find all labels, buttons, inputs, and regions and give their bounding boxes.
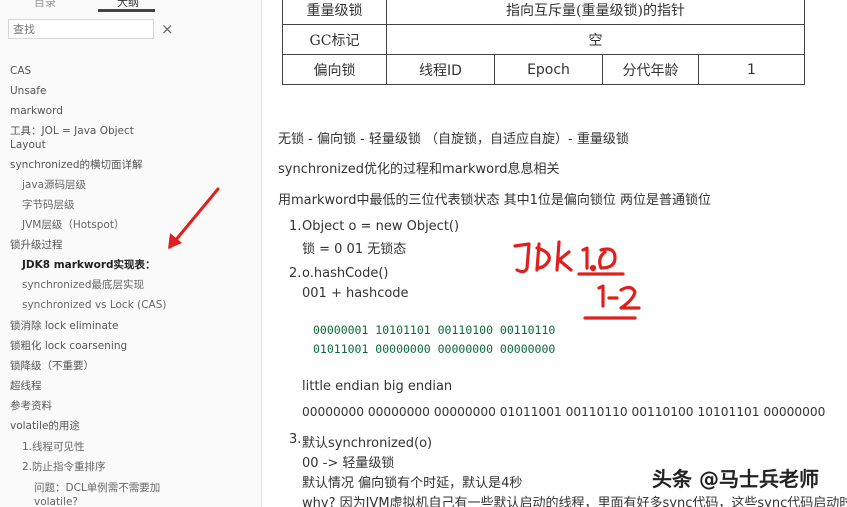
outline-item[interactable]: 锁粗化 lock coarsening xyxy=(10,339,127,353)
outline-subitem[interactable]: synchronized最底层实现 xyxy=(22,278,144,292)
outline-subitem[interactable]: synchronized vs Lock (CAS) xyxy=(22,298,167,312)
table-cell: GC标记 xyxy=(282,24,387,55)
handwritten-annotation xyxy=(513,240,641,320)
outline-item[interactable]: CAS xyxy=(10,64,31,78)
list-item: 锁 = 0 01 无锁态 xyxy=(302,242,407,257)
paragraph: little endian big endian xyxy=(302,379,453,394)
active-tab-indicator xyxy=(98,9,155,12)
outline-item[interactable]: 超线程 xyxy=(10,379,42,393)
list-item: 001 + hashcode xyxy=(302,286,409,301)
outline-item[interactable]: 锁降级（不重要） xyxy=(10,359,94,373)
code-line: 00000001 10101101 00110100 00110110 xyxy=(313,323,556,337)
table-cell: 指向互斥量(重量级锁)的指针 xyxy=(386,0,805,25)
outline-item[interactable]: 锁消除 lock eliminate xyxy=(10,319,118,333)
outline-subitem[interactable]: 2.防止指令重排序 xyxy=(22,460,106,474)
list-item: Object o = new Object() xyxy=(302,219,460,234)
table-cell: 空 xyxy=(386,24,805,55)
outline-subitem[interactable]: JVM层级（Hotspot） xyxy=(22,218,124,232)
list-number: 3. xyxy=(289,432,302,447)
sidebar-tabs: 目录 大纲 xyxy=(0,0,262,12)
list-item: o.hashCode() xyxy=(302,266,389,281)
tab-contents[interactable]: 目录 xyxy=(34,0,56,10)
table-cell: 1 xyxy=(698,54,805,85)
outline-item[interactable]: markword xyxy=(10,104,63,118)
list-number: 1. xyxy=(289,219,302,234)
paragraph: 00000000 00000000 00000000 01011001 0011… xyxy=(302,405,826,419)
outline-item[interactable]: 锁升级过程 xyxy=(10,238,63,252)
outline-subitem[interactable]: 1.线程可见性 xyxy=(22,440,85,454)
paragraph: 无锁 - 偏向锁 - 轻量级锁 （自旋锁，自适应自旋）- 重量级锁 xyxy=(278,132,629,147)
outline-subitem[interactable]: 问题：DCL单例需不需要加 xyxy=(34,481,160,495)
search-input[interactable] xyxy=(8,19,154,39)
close-icon[interactable]: × xyxy=(161,20,174,38)
outline-item[interactable]: synchronized的横切面详解 xyxy=(10,158,143,172)
table-cell: 分代年龄 xyxy=(602,54,699,85)
markword-table: 重量级锁 指向互斥量(重量级锁)的指针 GC标记 空 偏向锁 线程ID Epoc… xyxy=(282,0,805,85)
paragraph: synchronized优化的过程和markword息息相关 xyxy=(278,162,560,177)
outline-subitem[interactable]: java源码层级 xyxy=(22,178,86,192)
outline-item[interactable]: volatile的用途 xyxy=(10,419,80,433)
outline-item[interactable]: Unsafe xyxy=(10,84,46,98)
list-number: 2. xyxy=(289,266,302,281)
outline-subitem[interactable]: 字节码层级 xyxy=(22,198,75,212)
list-item: 00 -> 轻量级锁 xyxy=(302,456,395,471)
table-cell: 偏向锁 xyxy=(282,54,387,85)
list-item: 默认synchronized(o) xyxy=(302,436,433,451)
table-cell: Epoch xyxy=(494,54,603,85)
list-item: why? 因为JVM虚拟机自己有一些默认启动的线程，里面有好多sync代码，这些… xyxy=(302,496,847,507)
outline-subitem-active[interactable]: JDK8 markword实现表： xyxy=(22,258,156,272)
outline-item-continued[interactable]: Layout xyxy=(10,138,46,152)
outline-item[interactable]: 参考资料 xyxy=(10,399,52,413)
watermark-text: 头条 @马士兵老师 xyxy=(652,467,819,491)
annotation-arrow xyxy=(168,187,220,249)
table-cell: 线程ID xyxy=(386,54,495,85)
list-item: 默认情况 偏向锁有个时延，默认是4秒 xyxy=(302,476,523,491)
table-cell: 重量级锁 xyxy=(282,0,387,25)
paragraph: 用markword中最低的三位代表锁状态 其中1位是偏向锁位 两位是普通锁位 xyxy=(278,193,711,208)
outline-subitem-continued[interactable]: volatile? xyxy=(34,495,78,507)
code-line: 01011001 00000000 00000000 00000000 xyxy=(313,342,556,356)
outline-item[interactable]: 工具：JOL = Java Object xyxy=(10,124,134,138)
